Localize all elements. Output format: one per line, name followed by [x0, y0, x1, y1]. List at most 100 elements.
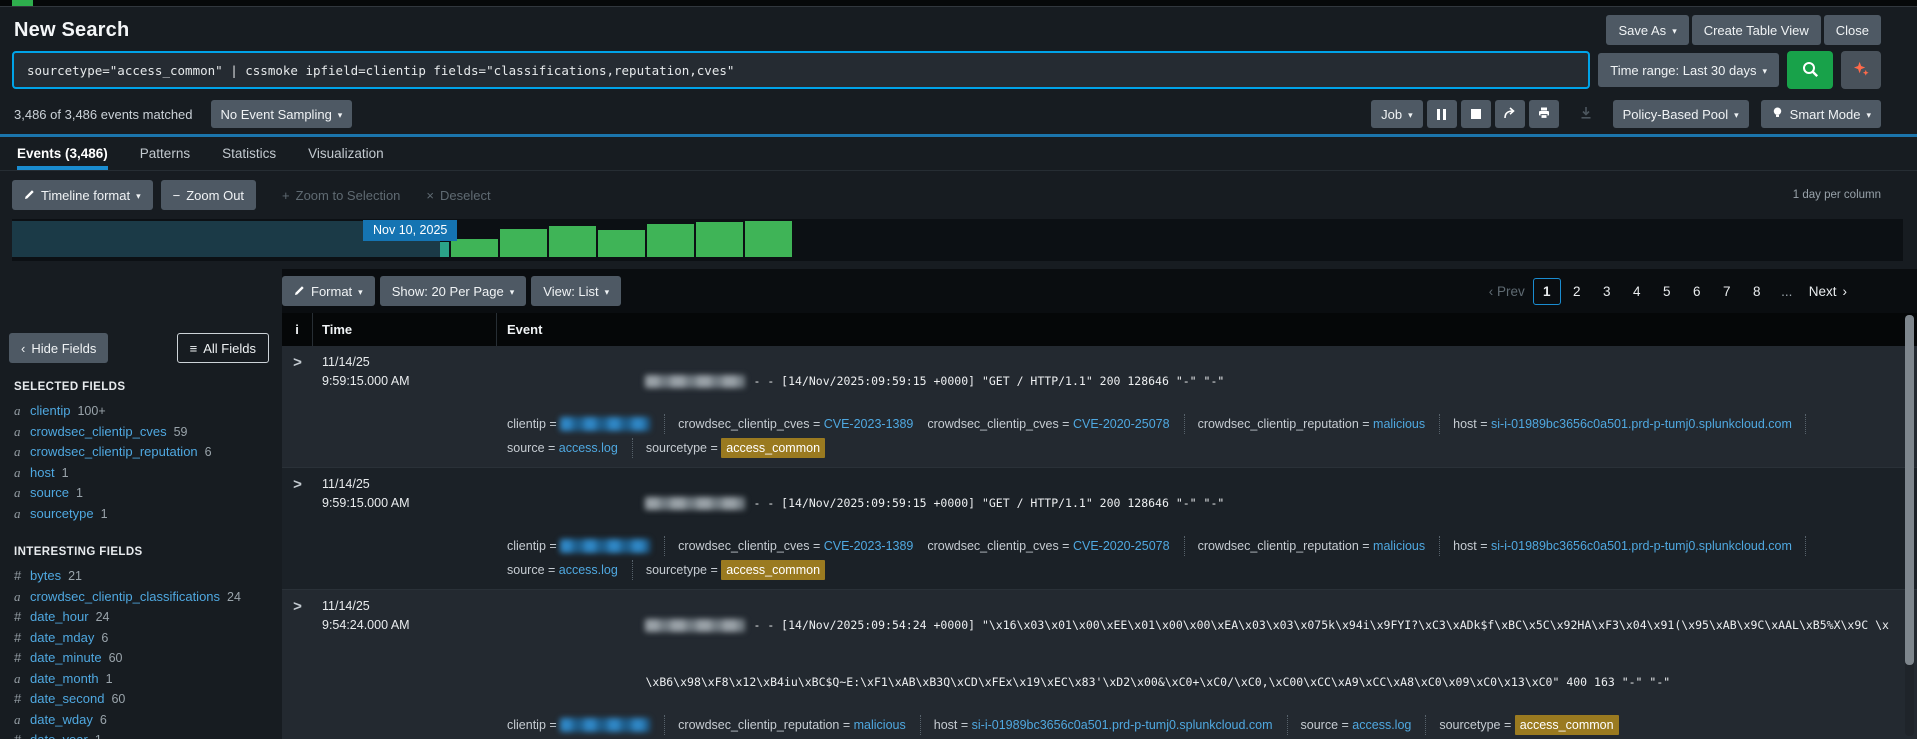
field-value[interactable]: si-i-01989bc3656c0a501.prd-p-tumj0.splun… [972, 715, 1273, 735]
field-item[interactable]: # date_hour 24 [9, 607, 282, 628]
field-key[interactable]: crowdsec_clientip_cves [678, 536, 809, 556]
all-fields-button[interactable]: ≡ All Fields [177, 333, 269, 363]
timeline-format-button[interactable]: Timeline format ▾ [12, 180, 153, 210]
field-value[interactable]: si-i-01989bc3656c0a501.prd-p-tumj0.splun… [1491, 536, 1792, 556]
pause-job-button[interactable] [1427, 100, 1457, 128]
field-key[interactable]: crowdsec_clientip_reputation [678, 715, 839, 735]
field-key[interactable]: clientip [507, 414, 546, 434]
timeline-bar[interactable] [549, 226, 596, 257]
timeline-bar[interactable] [696, 222, 743, 257]
per-page-button[interactable]: Show: 20 Per Page ▾ [380, 276, 527, 306]
field-name[interactable]: crowdsec_clientip_classifications [30, 589, 220, 605]
field-key[interactable]: crowdsec_clientip_cves [927, 536, 1058, 556]
field-name[interactable]: date_month [30, 671, 99, 687]
field-name[interactable]: host [30, 465, 55, 481]
scrollbar[interactable] [1905, 315, 1914, 736]
tab[interactable]: Visualization [308, 137, 384, 170]
page-number[interactable]: 1 [1533, 278, 1561, 305]
field-value[interactable]: malicious [1373, 536, 1425, 556]
field-name[interactable]: crowdsec_clientip_reputation [30, 444, 198, 460]
print-button[interactable] [1529, 100, 1559, 128]
field-value[interactable]: access_common [721, 560, 825, 580]
field-item[interactable]: # date_mday 6 [9, 628, 282, 649]
field-value[interactable]: CVE-2020-25078 [1073, 536, 1170, 556]
field-key[interactable]: host [934, 715, 958, 735]
zoom-to-selection-button[interactable]: + Zoom to Selection [282, 188, 400, 203]
field-key[interactable]: source [507, 438, 545, 458]
page-number[interactable]: 7 [1713, 278, 1741, 305]
timeline-bar[interactable] [440, 242, 449, 257]
field-item[interactable]: # date_second 60 [9, 689, 282, 710]
field-key[interactable]: clientip [507, 715, 546, 735]
save-as-button[interactable]: Save As ▾ [1606, 15, 1688, 45]
field-key[interactable]: sourcetype [646, 438, 707, 458]
timeline-bar[interactable] [451, 239, 498, 257]
page-number[interactable]: 5 [1653, 278, 1681, 305]
stop-job-button[interactable] [1461, 100, 1491, 128]
search-button[interactable] [1787, 51, 1833, 89]
field-item[interactable]: # date_minute 60 [9, 648, 282, 669]
view-mode-button[interactable]: View: List ▾ [531, 276, 621, 306]
timeline-bar[interactable] [500, 229, 547, 257]
event-sampling-button[interactable]: No Event Sampling ▾ [211, 100, 353, 128]
field-value[interactable]: si-i-01989bc3656c0a501.prd-p-tumj0.splun… [1491, 414, 1792, 434]
page-number[interactable]: 8 [1743, 278, 1771, 305]
field-item[interactable]: a crowdsec_clientip_cves 59 [9, 422, 282, 443]
prev-page-button[interactable]: ‹ Prev [1489, 284, 1525, 299]
field-value[interactable]: malicious [854, 715, 906, 735]
share-job-button[interactable] [1495, 100, 1525, 128]
field-key[interactable]: source [507, 560, 545, 580]
field-value[interactable]: access.log [559, 560, 618, 580]
field-name[interactable]: sourcetype [30, 506, 94, 522]
field-key[interactable]: host [1453, 414, 1477, 434]
field-key[interactable]: crowdsec_clientip_reputation [1198, 536, 1359, 556]
page-number[interactable]: 2 [1563, 278, 1591, 305]
field-name[interactable]: clientip [30, 403, 70, 419]
field-item[interactable]: a clientip 100+ [9, 401, 282, 422]
next-page-button[interactable]: Next › [1809, 284, 1847, 299]
field-key[interactable]: crowdsec_clientip_reputation [1198, 414, 1359, 434]
job-menu-button[interactable]: Job ▾ [1371, 100, 1423, 128]
create-table-view-button[interactable]: Create Table View [1692, 15, 1821, 45]
field-value[interactable]: access.log [559, 438, 618, 458]
timeline-bar[interactable] [647, 224, 694, 257]
field-name[interactable]: date_second [30, 691, 104, 707]
field-name[interactable]: date_hour [30, 609, 89, 625]
deselect-button[interactable]: × Deselect [426, 188, 490, 203]
expand-chevron-icon[interactable]: > [293, 354, 302, 371]
zoom-out-button[interactable]: − Zoom Out [161, 180, 256, 210]
field-item[interactable]: # date_year 1 [9, 730, 282, 739]
field-key[interactable]: sourcetype [1439, 715, 1500, 735]
expand-chevron-icon[interactable]: > [293, 598, 302, 615]
timeline-bar[interactable] [745, 221, 792, 257]
ai-assistant-button[interactable] [1841, 51, 1881, 89]
field-name[interactable]: bytes [30, 568, 61, 584]
field-item[interactable]: a crowdsec_clientip_reputation 6 [9, 442, 282, 463]
format-button[interactable]: Format ▾ [282, 276, 375, 306]
field-name[interactable]: date_mday [30, 630, 94, 646]
field-value[interactable]: access.log [1352, 715, 1411, 735]
field-value[interactable]: CVE-2023-1389 [824, 414, 914, 434]
scrollbar-thumb[interactable] [1905, 315, 1914, 665]
field-key[interactable]: crowdsec_clientip_cves [927, 414, 1058, 434]
field-name[interactable]: date_minute [30, 650, 102, 666]
field-item[interactable]: a source 1 [9, 483, 282, 504]
page-number[interactable]: 4 [1623, 278, 1651, 305]
tab[interactable]: Statistics [222, 137, 276, 170]
hide-fields-button[interactable]: ‹ Hide Fields [9, 333, 108, 363]
expand-chevron-icon[interactable]: > [293, 476, 302, 493]
close-button[interactable]: Close [1824, 15, 1881, 45]
field-item[interactable]: a host 1 [9, 463, 282, 484]
tab[interactable]: Patterns [140, 137, 190, 170]
export-button[interactable] [1571, 100, 1601, 128]
search-query-input[interactable] [12, 51, 1590, 89]
field-value[interactable]: malicious [1373, 414, 1425, 434]
page-number[interactable]: 6 [1683, 278, 1711, 305]
workload-pool-button[interactable]: Policy-Based Pool ▾ [1613, 100, 1749, 128]
field-name[interactable]: date_year [30, 732, 88, 739]
field-item[interactable]: # bytes 21 [9, 566, 282, 587]
field-name[interactable]: date_wday [30, 712, 93, 728]
field-item[interactable]: a date_wday 6 [9, 710, 282, 731]
field-key[interactable]: sourcetype [646, 560, 707, 580]
timeline-histogram[interactable]: Nov 10, 2025 [12, 219, 1903, 261]
